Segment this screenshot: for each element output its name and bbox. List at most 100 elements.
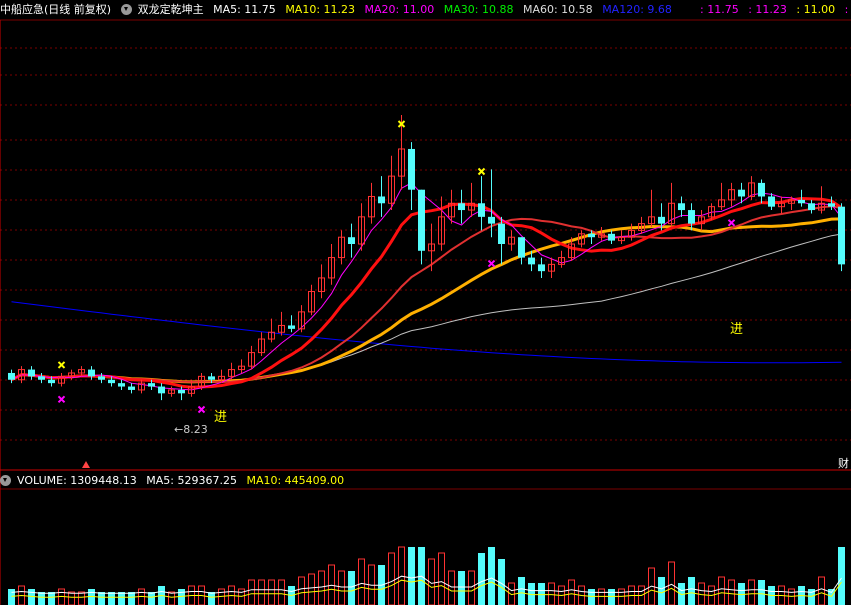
volume-bar [588, 589, 595, 605]
volume-bar [608, 589, 615, 605]
signal-cross-icon [57, 395, 66, 404]
volume-bar [268, 579, 275, 605]
candle-body [128, 386, 135, 390]
volume-ma5: MA5: 529367.25 [146, 474, 237, 487]
ma120-value: MA120: 9.68 [602, 3, 672, 16]
stock-chart [0, 19, 851, 605]
volume-ma10-line [11, 579, 842, 598]
ma120-line [11, 301, 842, 364]
candle-body [158, 386, 165, 394]
volume-bar [598, 588, 605, 605]
edge-label: 财 [838, 457, 849, 470]
ma5-line [11, 182, 842, 391]
ma10-value: MA10: 11.23 [285, 3, 356, 16]
volume-bar [668, 561, 675, 605]
stock-name[interactable]: 中船应急 [0, 3, 44, 16]
candle-body [678, 203, 685, 211]
volume-bar [748, 579, 755, 605]
candle-body [348, 237, 355, 244]
candle-body [838, 206, 845, 265]
candle-body [828, 203, 835, 207]
ma30-line [10, 217, 842, 384]
volume-bar [68, 591, 75, 605]
volume-bar [318, 570, 325, 605]
volume-bar [168, 591, 175, 605]
volume-bar [408, 547, 415, 605]
volume-bar [838, 547, 845, 605]
volume-bar [478, 553, 485, 605]
volume-bar [258, 579, 265, 605]
volume-bar [358, 558, 365, 605]
volume-bar [468, 570, 475, 605]
indicator-name[interactable]: 双龙定乾坤主 [138, 3, 204, 16]
candle-body [208, 376, 215, 380]
candle-body [98, 376, 105, 380]
candle-body [608, 233, 615, 241]
volume-ma10: MA10: 445409.00 [246, 474, 345, 487]
volume-bars [8, 546, 845, 605]
candle-body [538, 264, 545, 272]
candle-body [148, 383, 155, 387]
candle-body [288, 325, 295, 329]
candle-body [178, 389, 185, 394]
volume-bar [128, 592, 135, 605]
ma5-value: MA5: 11.75 [213, 3, 276, 16]
right-ma20: : 11.00 [796, 3, 836, 16]
candle-body [458, 203, 465, 211]
candle-body [118, 383, 125, 387]
candle-body [498, 223, 505, 244]
ma10-line [10, 196, 843, 389]
buy-signal-2: 进 [730, 322, 744, 337]
volume-bar [568, 579, 575, 605]
volume-bar [458, 571, 465, 605]
volume-bar [78, 591, 85, 605]
signal-cross-icon [197, 405, 206, 414]
volume-bar [688, 577, 695, 605]
volume-ma5-line [11, 575, 842, 594]
volume-bar [618, 588, 625, 605]
signal-cross-icon [477, 167, 486, 176]
volume-bar [248, 579, 255, 605]
right-ma5: : 11.75 [700, 3, 739, 16]
candle-body [88, 369, 95, 377]
grid-lines [0, 19, 851, 605]
candle-body [768, 196, 775, 207]
volume-bar [308, 573, 315, 605]
price-header: 中船应急(日线 前复权) 双龙定乾坤主 MA5: 11.75 MA10: 11.… [0, 2, 678, 18]
signal-markers [57, 120, 736, 468]
candle-body [38, 376, 45, 380]
volume-bar [488, 547, 495, 605]
signal-cross-icon [57, 361, 66, 369]
volume-bar [658, 577, 665, 605]
volume-bar [438, 552, 445, 605]
signal-cross-icon [727, 219, 736, 227]
volume-bar [728, 579, 735, 605]
right-cut: : 1 [844, 3, 851, 16]
volume-bar [518, 577, 525, 605]
volume-bar [108, 592, 115, 605]
volume-bar [148, 592, 155, 605]
volume-bar [538, 583, 545, 605]
volume-value[interactable]: VOLUME: 1309448.13 [17, 474, 137, 487]
right-ma10: : 11.23 [748, 3, 787, 16]
ma30-value: MA30: 10.88 [443, 3, 514, 16]
candle-body [758, 182, 765, 197]
volume-bar [208, 592, 215, 605]
candle-body [378, 196, 385, 204]
volume-dropdown-icon[interactable] [0, 474, 11, 486]
indicator-dropdown-icon[interactable] [120, 3, 132, 15]
candle-body [108, 379, 115, 384]
volume-bar [548, 582, 555, 605]
candle-body [518, 237, 525, 258]
buy-signal-1: 进 [214, 410, 228, 425]
ma60-value: MA60: 10.58 [522, 3, 593, 16]
ma20-line [11, 205, 842, 384]
period-label[interactable]: (日线 前复权) [44, 3, 111, 16]
up-arrow-icon [82, 461, 90, 468]
candle-body [688, 210, 695, 224]
volume-bar [788, 588, 795, 605]
signal-cross-icon [487, 259, 496, 268]
candle-body [478, 203, 485, 217]
candle-body [738, 189, 745, 197]
volume-bar [298, 576, 305, 605]
